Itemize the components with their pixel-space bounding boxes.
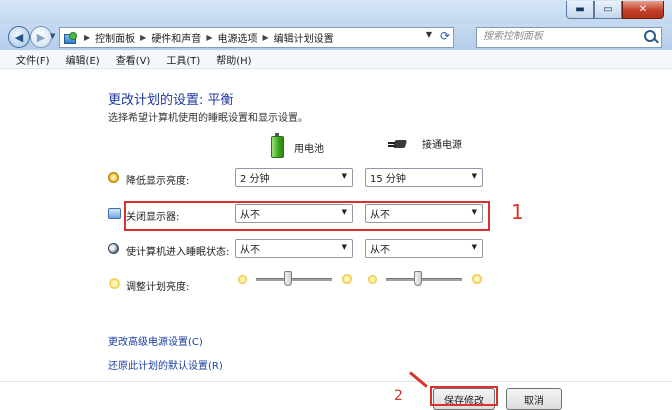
brightness-high-icon [471,273,483,285]
brightness-battery-slider[interactable] [256,278,332,281]
page-subtitle: 选择希望计算机使用的睡眠设置和显示设置。 [108,113,308,124]
setting-label-dim-display: 降低显示亮度: [126,176,190,187]
brightness-sun-icon [108,277,121,290]
turn-off-display-plugged-select[interactable]: 从不 ▼ [365,204,483,223]
select-value: 从不 [370,245,390,256]
setting-label-turn-off-display: 关闭显示器: [126,212,180,223]
brightness-plugged-thumb[interactable] [414,271,422,286]
search-input[interactable] [477,28,643,45]
back-arrow-icon: ◀ [14,30,24,44]
column-label-plugged-in: 接通电源 [422,140,462,151]
power-plug-icon [388,138,412,150]
turn-off-display-battery-select[interactable]: 从不 ▼ [235,204,353,223]
back-button[interactable]: ◀ [8,26,30,48]
dropdown-arrow-icon: ▼ [341,172,347,180]
column-header-plugged-in: 接通电源 [388,136,462,151]
forward-arrow-icon: ▶ [36,30,46,44]
select-value: 从不 [240,245,260,256]
control-panel-icon [64,32,77,44]
sleep-moon-icon [108,243,119,254]
select-value: 从不 [370,210,390,221]
highlight-box-step2 [430,386,498,406]
brightness-battery-thumb[interactable] [284,271,292,286]
select-value: 2 分钟 [240,174,270,185]
address-bar[interactable]: ▶ 控制面板 ▶ 硬件和声音 ▶ 电源选项 ▶ 编辑计划设置 ▼ ⟳ [59,27,454,48]
dropdown-arrow-icon: ▼ [471,208,477,216]
dropdown-arrow-icon: ▼ [341,243,347,251]
footer-divider [0,381,672,382]
chevron-right-icon[interactable]: ▶ [206,33,212,42]
annotation-number-1: 1 [511,200,524,224]
brightness-low-icon [238,275,247,284]
column-header-battery: 用电池 [271,133,324,158]
content-area: 更改计划的设置: 平衡 选择希望计算机使用的睡眠设置和显示设置。 用电池 接通电… [0,70,672,410]
brightness-high-icon [341,273,353,285]
maximize-button[interactable]: ▭ [594,1,622,19]
dropdown-arrow-icon: ▼ [341,208,347,216]
sleep-battery-select[interactable]: 从不 ▼ [235,239,353,258]
dim-display-battery-select[interactable]: 2 分钟 ▼ [235,168,353,187]
title-bar: ▬ ▭ ✕ [0,0,672,24]
window-controls: ▬ ▭ ✕ [566,1,664,19]
breadcrumb-edit-plan[interactable]: 编辑计划设置 [274,30,334,45]
chevron-right-icon[interactable]: ▶ [262,33,268,42]
forward-button[interactable]: ▶ [30,26,52,48]
search-box[interactable] [476,27,662,48]
menu-bar: 文件(F) 编辑(E) 查看(V) 工具(T) 帮助(H) [0,50,672,69]
dim-display-icon [108,172,119,183]
annotation-number-2: 2 [394,388,403,404]
menu-help[interactable]: 帮助(H) [216,52,251,67]
setting-label-sleep: 使计算机进入睡眠状态: [126,247,230,258]
dim-display-plugged-select[interactable]: 15 分钟 ▼ [365,168,483,187]
sleep-plugged-select[interactable]: 从不 ▼ [365,239,483,258]
select-value: 15 分钟 [370,174,406,185]
chevron-right-icon[interactable]: ▶ [84,33,90,42]
address-dropdown-icon[interactable]: ▼ [426,30,432,39]
search-icon[interactable] [644,30,656,42]
page-title: 更改计划的设置: 平衡 [108,93,234,108]
menu-view[interactable]: 查看(V) [116,52,151,67]
setting-label-brightness: 调整计划亮度: [126,282,190,293]
select-value: 从不 [240,210,260,221]
advanced-power-settings-link[interactable]: 更改高级电源设置(C) [108,333,203,348]
menu-tools[interactable]: 工具(T) [166,52,200,67]
menu-file[interactable]: 文件(F) [16,52,50,67]
menu-edit[interactable]: 编辑(E) [66,52,100,67]
history-dropdown-icon[interactable]: ▼ [50,32,55,40]
annotation-arrow [409,371,428,388]
breadcrumb-hardware-sound[interactable]: 硬件和声音 [151,30,201,45]
close-button[interactable]: ✕ [622,1,664,19]
column-label-battery: 用电池 [294,143,324,155]
brightness-low-icon [368,275,377,284]
dropdown-arrow-icon: ▼ [471,172,477,180]
refresh-icon[interactable]: ⟳ [440,29,450,43]
monitor-icon [108,208,121,219]
cancel-button[interactable]: 取消 [506,388,562,410]
restore-defaults-link[interactable]: 还原此计划的默认设置(R) [108,357,223,372]
breadcrumb-control-panel[interactable]: 控制面板 [95,30,135,45]
minimize-button[interactable]: ▬ [566,1,594,19]
breadcrumb-power-options[interactable]: 电源选项 [217,30,257,45]
dropdown-arrow-icon: ▼ [471,243,477,251]
address-row: ◀ ▶ ▼ ▶ 控制面板 ▶ 硬件和声音 ▶ 电源选项 ▶ 编辑计划设置 ▼ ⟳ [0,24,672,50]
chevron-right-icon[interactable]: ▶ [140,33,146,42]
battery-icon [271,133,284,158]
brightness-plugged-slider[interactable] [386,278,462,281]
